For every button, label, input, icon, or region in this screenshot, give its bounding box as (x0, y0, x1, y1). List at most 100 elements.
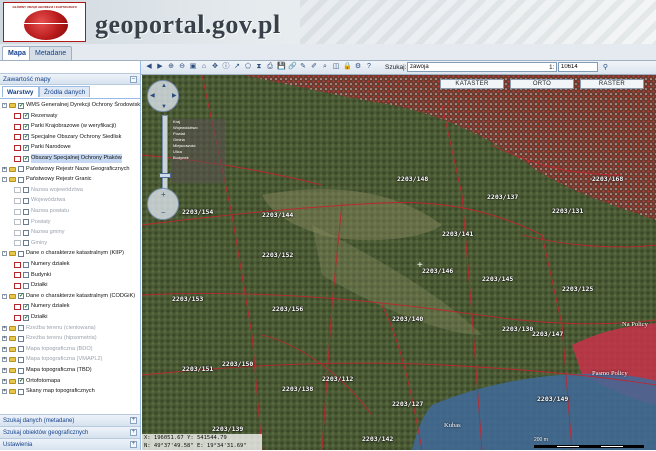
layer-row[interactable]: ✓ Rezerwaty (0, 112, 140, 121)
subtab-zrodla-danych[interactable]: Źródła danych (39, 86, 91, 97)
layer-checkbox[interactable]: ✓ (23, 123, 29, 130)
panel-szukaj-danych[interactable]: Szukaj danych (metadane) + (0, 414, 140, 426)
draw-icon[interactable]: ✐ (310, 63, 318, 71)
expand-icon[interactable]: + (2, 346, 7, 352)
layer-checkbox[interactable]: ✓ (18, 293, 24, 300)
layer-checkbox[interactable] (18, 367, 24, 374)
layer-row[interactable]: Budynki (0, 271, 140, 280)
tab-mapa[interactable]: Mapa (2, 46, 32, 60)
layer-checkbox[interactable]: ✓ (23, 144, 29, 151)
layer-checkbox[interactable] (18, 166, 24, 173)
map-view[interactable]: KATASTER ORTO RASTER ▲ ▼ ◀ ▶ Kraj Wojewód… (142, 75, 656, 450)
collapse-icon[interactable]: – (130, 76, 137, 83)
basemap-orto-button[interactable]: ORTO (510, 79, 574, 89)
pan-right-icon[interactable]: ▶ (172, 93, 177, 99)
help-icon[interactable]: ? (365, 63, 373, 71)
expand-icon[interactable]: + (2, 368, 7, 373)
search-input[interactable] (407, 62, 557, 72)
layer-row[interactable]: ✓ Działki (0, 313, 140, 322)
layer-row[interactable]: Numery działek (0, 260, 140, 269)
measure-line-icon[interactable]: ↗ (233, 63, 241, 71)
basemap-raster-button[interactable]: RASTER (580, 79, 644, 89)
zoom-in-icon[interactable]: + (161, 191, 166, 199)
expand-icon[interactable]: + (2, 378, 7, 384)
layer-checkbox[interactable]: ✓ (23, 113, 29, 120)
zoom-slider-thumb[interactable] (159, 173, 171, 178)
link-icon[interactable]: 🔗 (288, 63, 297, 71)
layer-row[interactable]: - Państwowy Rejestr Granic (0, 175, 140, 184)
map-content-panel-header[interactable]: Zawartość mapy – (0, 73, 140, 85)
layer-checkbox[interactable] (23, 197, 29, 204)
zoom-level-label[interactable]: Budynek (171, 155, 225, 161)
layer-row[interactable]: + Mapa topograficzna (VMAPL2) (0, 355, 140, 364)
layer-checkbox[interactable]: ✓ (18, 378, 24, 385)
layer-row[interactable]: Powiaty (0, 218, 140, 227)
layer-row[interactable]: Nazwa gminy (0, 228, 140, 237)
subtab-warstwy[interactable]: Warstwy (2, 86, 39, 97)
layer-row[interactable]: + Rzeźba terenu (cieniowana) (0, 324, 140, 333)
expand-icon[interactable]: + (130, 441, 137, 448)
tab-metadane[interactable]: Metadane (29, 46, 73, 60)
zoom-out-icon[interactable]: ⊖ (178, 63, 186, 71)
layer-row[interactable]: Nazwa powiatu (0, 207, 140, 216)
expand-icon[interactable]: + (2, 166, 7, 172)
collapse-icon[interactable]: - (2, 293, 7, 299)
expand-icon[interactable]: + (130, 417, 137, 424)
lock-icon[interactable]: 🔒 (343, 63, 352, 71)
overview-icon[interactable]: ◫ (332, 63, 340, 71)
layer-row[interactable]: Nazwa województwa (0, 186, 140, 195)
collapse-icon[interactable]: - (2, 103, 7, 108)
expand-icon[interactable]: + (2, 325, 7, 331)
basemap-kataster-button[interactable]: KATASTER (440, 79, 504, 89)
layer-row[interactable]: ✓ Obszary Specjalnej Ochrony Ptaków (0, 154, 140, 163)
layer-row[interactable]: + Mapa topograficzna (TBD) (0, 366, 140, 375)
layer-checkbox[interactable]: ✓ (23, 134, 29, 141)
layer-checkbox[interactable] (23, 272, 29, 279)
expand-icon[interactable]: + (130, 429, 137, 436)
layer-checkbox[interactable]: ✓ (23, 314, 29, 321)
layer-row[interactable]: ✓ Parki Narodowe (0, 143, 140, 152)
layer-checkbox[interactable] (23, 282, 29, 289)
pan-icon[interactable]: ✥ (211, 63, 219, 71)
layer-checkbox[interactable] (23, 219, 29, 226)
pan-down-icon[interactable]: ▼ (161, 104, 167, 110)
layer-row[interactable]: ✓ Parki Krajobrazowe (w weryfikacji) (0, 122, 140, 131)
layer-checkbox[interactable] (23, 208, 29, 215)
collapse-icon[interactable]: - (2, 177, 7, 183)
layer-row[interactable]: - ✓ Dane o charakterze katastralnym (CODGi… (0, 292, 140, 301)
layer-checkbox[interactable] (18, 176, 24, 183)
panel-ustawienia[interactable]: Ustawienia + (0, 438, 140, 450)
pan-left-icon[interactable]: ◀ (150, 93, 155, 99)
pan-control[interactable]: ▲ ▼ ◀ ▶ (147, 80, 179, 112)
layer-row[interactable]: + Rzeźba terenu (hipsometria) (0, 334, 140, 343)
zoom-box-icon[interactable]: ▣ (189, 63, 197, 71)
zoom-out-icon[interactable]: − (161, 209, 166, 217)
edit-icon[interactable]: ✎ (299, 63, 307, 71)
layer-row[interactable]: ✓ Numery działek (0, 302, 140, 311)
measure-area-icon[interactable]: ⬠ (244, 63, 252, 71)
layer-row[interactable]: + Państwowy Rejestr Nazw Geograficznych (0, 165, 140, 174)
zoom-to-scale-icon[interactable]: ⚲ (601, 63, 610, 72)
layer-checkbox[interactable] (23, 229, 29, 236)
layer-row[interactable]: + Mapa topograficzna (BDO) (0, 345, 140, 354)
layer-row[interactable]: Działki (0, 281, 140, 290)
layer-checkbox[interactable] (18, 356, 24, 363)
layer-row[interactable]: Gminy (0, 239, 140, 248)
collapse-icon[interactable]: - (2, 251, 7, 257)
save-map-icon[interactable]: 💾 (277, 63, 286, 71)
layer-checkbox[interactable] (18, 388, 24, 395)
layer-checkbox[interactable] (18, 346, 24, 353)
settings-icon[interactable]: ⚙ (354, 63, 362, 71)
pan-up-icon[interactable]: ▲ (161, 83, 167, 89)
gugik-logo[interactable]: GŁÓWNY URZĄD GEODEZJI I KARTOGRAFII (3, 2, 86, 42)
layer-row[interactable]: ✓ Specjalne Obszary Ochrony Siedlisk (0, 133, 140, 142)
panel-szukaj-obiektow[interactable]: Szukaj obiektów geograficznych + (0, 426, 140, 438)
layer-checkbox[interactable]: ✓ (23, 155, 29, 162)
search-map-icon[interactable]: ⌕ (321, 63, 329, 71)
zoom-control[interactable]: + − (147, 188, 179, 220)
layer-checkbox[interactable] (23, 187, 29, 194)
layer-row[interactable]: - Dane o charakterze katastralnym (KIIP) (0, 249, 140, 258)
full-extent-icon[interactable]: ⌂ (200, 63, 208, 71)
layer-checkbox[interactable] (18, 335, 24, 342)
scale-input[interactable] (558, 62, 598, 72)
